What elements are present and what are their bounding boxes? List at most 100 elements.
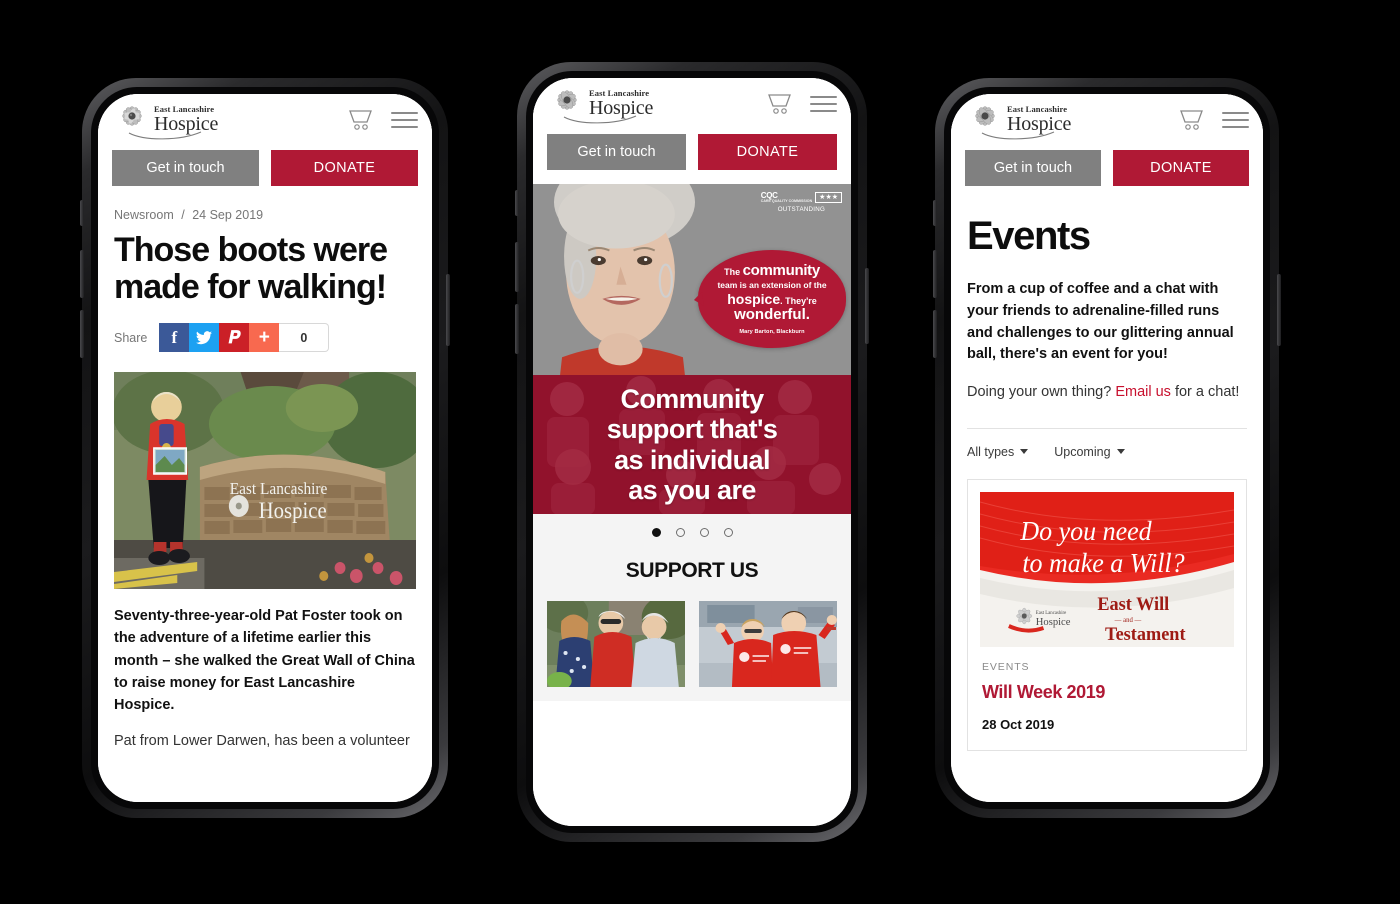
cart-icon[interactable]: [768, 93, 794, 115]
phone-3-mute-switch[interactable]: [933, 200, 937, 226]
article-paragraph: Pat from Lower Darwen, has been a volunt…: [114, 732, 410, 749]
cart-icon[interactable]: [1180, 109, 1206, 131]
phone-1-website: East Lancashire Hospice Get in touch DON…: [98, 94, 432, 802]
cart-icon[interactable]: [349, 109, 375, 131]
phone-3-volume-up-button[interactable]: [933, 250, 937, 298]
cqc-logo-subtext: CARE QUALITY COMMISSION: [760, 199, 813, 203]
phone-1-article: East Lancashire Hospice Get in touch DON…: [80, 78, 450, 818]
event-title[interactable]: Will Week 2019: [980, 673, 1234, 703]
phone-3-volume-down-button[interactable]: [933, 310, 937, 358]
svg-text:Hospice: Hospice: [1036, 616, 1071, 628]
support-card-1[interactable]: [547, 601, 685, 687]
phone-3-power-button[interactable]: [1277, 274, 1281, 346]
cqc-rating-label: OUTSTANDING: [777, 205, 826, 213]
banner-line-2: support that's: [606, 414, 778, 445]
banner-headline: Community support that's as individual a…: [607, 384, 778, 505]
donate-button[interactable]: DONATE: [271, 150, 418, 186]
logo-line-1: East Lancashire: [589, 87, 650, 98]
addthis-share-icon[interactable]: +: [249, 323, 280, 353]
breadcrumb-section[interactable]: Newsroom: [114, 208, 174, 222]
events-filter-bar: All types Upcoming: [951, 429, 1263, 459]
quote-line-1: The community: [724, 262, 820, 280]
testimonial-speech-bubble: The community team is an extension of th…: [698, 250, 846, 348]
phone-1-mute-switch[interactable]: [80, 200, 84, 226]
phone-1-power-button[interactable]: [446, 274, 450, 346]
get-in-touch-button[interactable]: Get in touch: [965, 150, 1101, 186]
article-photo: East Lancashire Hospice: [114, 372, 416, 590]
logo-line-1: East Lancashire: [1007, 103, 1068, 114]
filter-upcoming[interactable]: Upcoming: [1054, 444, 1125, 459]
support-card-2[interactable]: [699, 601, 837, 687]
carousel-dot-4[interactable]: [723, 528, 733, 537]
support-us-heading: SUPPORT US: [533, 537, 851, 601]
get-in-touch-button[interactable]: Get in touch: [547, 134, 686, 170]
chevron-down-icon: [1020, 449, 1029, 455]
email-us-link[interactable]: Email us: [1115, 384, 1171, 400]
facebook-share-icon[interactable]: f: [159, 323, 190, 353]
donate-button[interactable]: DONATE: [1113, 150, 1249, 186]
hamburger-menu-icon[interactable]: [1222, 112, 1249, 128]
phone-2-volume-up-button[interactable]: [515, 242, 519, 292]
carousel-dot-1[interactable]: [651, 528, 661, 537]
hamburger-menu-icon[interactable]: [810, 96, 837, 112]
sign-text-line2: Hospice: [259, 497, 327, 523]
donate-button[interactable]: DONATE: [698, 134, 837, 170]
events-body: Events From a cup of coffee and a chat w…: [951, 200, 1263, 802]
quote-attribution: Mary Barton, Blackburn: [739, 328, 805, 335]
carousel-dot-2[interactable]: [675, 528, 685, 537]
banner-line-4: as you are: [628, 474, 756, 505]
pinterest-share-icon[interactable]: 𝑷: [219, 323, 250, 353]
carousel-dots[interactable]: [533, 514, 851, 537]
events-contact-line: Doing your own thing? Email us for a cha…: [951, 366, 1263, 404]
support-us-cards: [533, 601, 851, 701]
event-image-doc-line-3: Testament: [1105, 623, 1186, 644]
twitter-share-icon[interactable]: [189, 323, 220, 353]
phone-2-volume-down-button[interactable]: [515, 304, 519, 354]
cqc-stars-icon: ★★★: [815, 192, 842, 204]
phone-2-screen: East Lancashire Hospice Get in touch DON…: [533, 78, 851, 826]
phone-2-website: East Lancashire Hospice Get in touch DON…: [533, 78, 851, 826]
chevron-down-icon: [1116, 449, 1125, 455]
events-intro: From a cup of coffee and a chat with you…: [967, 281, 1234, 363]
article-body: Newsroom / 24 Sep 2019 Those boots were …: [98, 200, 432, 802]
phone-2-bezel: East Lancashire Hospice Get in touch DON…: [526, 71, 858, 833]
carousel-dot-3[interactable]: [699, 528, 709, 537]
site-header: East Lancashire Hospice: [951, 94, 1263, 146]
banner-line-3: as individual: [614, 444, 770, 475]
hero-carousel[interactable]: CQC CARE QUALITY COMMISSION ★★★ OUTSTAND…: [533, 184, 851, 514]
cqc-outstanding-badge: CQC CARE QUALITY COMMISSION ★★★ OUTSTAND…: [761, 192, 842, 213]
contact-prefix: Doing your own thing?: [967, 384, 1116, 400]
logo-swoosh-icon: [128, 131, 202, 140]
get-in-touch-button[interactable]: Get in touch: [112, 150, 259, 186]
site-logo[interactable]: East Lancashire Hospice: [965, 103, 1071, 140]
homepage-body: CQC CARE QUALITY COMMISSION ★★★ OUTSTAND…: [533, 184, 851, 826]
phone-1-bezel: East Lancashire Hospice Get in touch DON…: [91, 87, 439, 809]
screenshot-stage: East Lancashire Hospice Get in touch DON…: [0, 0, 1400, 904]
phone-1-screen: East Lancashire Hospice Get in touch DON…: [98, 94, 432, 802]
header-actions: [349, 109, 418, 131]
phone-1-volume-down-button[interactable]: [80, 310, 84, 358]
hamburger-menu-icon[interactable]: [391, 112, 418, 128]
filter-all-types[interactable]: All types: [967, 445, 1029, 459]
header-actions: [1180, 109, 1249, 131]
banner-line-1: Community: [620, 384, 764, 415]
phone-3-website: East Lancashire Hospice Get in touch DON…: [951, 94, 1263, 802]
quote-line-3: hospice. They're: [727, 290, 817, 307]
event-card[interactable]: Do you need to make a Will? East Will — …: [967, 478, 1247, 751]
phone-3-events: East Lancashire Hospice Get in touch DON…: [933, 78, 1281, 818]
site-header: East Lancashire Hospice: [98, 94, 432, 146]
phone-2-power-button[interactable]: [865, 268, 869, 344]
phone-1-volume-up-button[interactable]: [80, 250, 84, 298]
logo-swoosh-icon: [563, 115, 637, 124]
phone-2-mute-switch[interactable]: [515, 190, 519, 216]
breadcrumb-separator: /: [181, 208, 185, 222]
header-actions: [768, 93, 837, 115]
logo-swoosh-icon: [981, 131, 1055, 140]
logo-line-1: East Lancashire: [154, 103, 215, 114]
site-logo[interactable]: East Lancashire Hospice: [112, 103, 218, 140]
share-bar: Share f 𝑷 + 0: [98, 305, 432, 353]
breadcrumb-date: 24 Sep 2019: [192, 208, 264, 222]
filter-upcoming-label: Upcoming: [1054, 444, 1111, 459]
event-image-doc-line-1: East Will: [1097, 593, 1169, 614]
site-logo[interactable]: East Lancashire Hospice: [547, 87, 653, 124]
